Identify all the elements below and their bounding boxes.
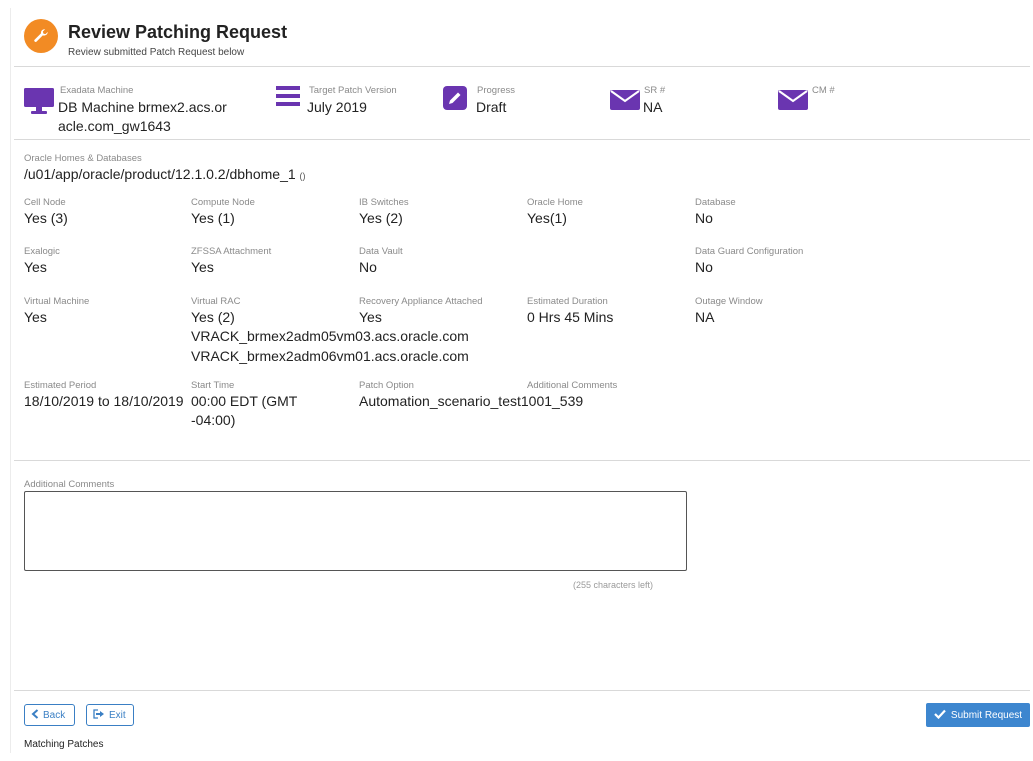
virtual-rac-value: Yes (2) [191,309,235,325]
virtual-rac-label: Virtual RAC [191,296,241,307]
exalogic-value: Yes [24,259,47,275]
comments-label: Additional Comments [24,479,115,490]
wrench-icon [24,19,58,53]
exit-button[interactable]: Exit [86,704,134,726]
patch-option-label: Patch Option [359,380,414,391]
back-label: Back [43,709,66,721]
database-value: No [695,210,713,226]
ib-switches-label: IB Switches [359,197,409,208]
cm-envelope-icon [778,88,808,115]
zfssa-value: Yes [191,259,214,275]
check-icon [934,709,946,722]
sign-out-icon [93,708,105,722]
data-guard-value: No [695,259,713,275]
start-time-value-line1: 00:00 EDT (GMT [191,393,298,409]
comments-textarea[interactable] [24,491,687,571]
cm-label: CM # [812,85,835,96]
exadata-label: Exadata Machine [60,85,134,96]
exadata-value-line2: acle.com_gw1643 [58,118,171,134]
submit-label: Submit Request [950,709,1023,721]
oracle-home-label: Oracle Home [527,197,583,208]
compute-node-label: Compute Node [191,197,255,208]
target-patch-value: July 2019 [307,99,367,115]
matching-patches-label: Matching Patches [24,739,104,750]
estimated-duration-label: Estimated Duration [527,296,608,307]
estimated-period-label: Estimated Period [24,380,97,391]
exit-label: Exit [109,709,126,721]
edit-icon [443,86,467,115]
divider [14,139,1030,140]
list-icon [276,85,300,112]
zfssa-label: ZFSSA Attachment [191,246,272,257]
cell-node-value: Yes (3) [24,210,68,226]
additional-comments-summary-label: Additional Comments [527,380,618,391]
sr-value: NA [643,99,663,115]
outage-window-value: NA [695,309,715,325]
data-vault-value: No [359,259,377,275]
estimated-period-value: 18/10/2019 to 18/10/2019 [24,393,184,409]
oracle-homes-value: /u01/app/oracle/product/12.1.0.2/dbhome_… [24,165,306,186]
database-label: Database [695,197,736,208]
divider [14,690,1030,691]
progress-label: Progress [477,85,516,96]
ib-switches-value: Yes (2) [359,210,403,226]
outage-window-label: Outage Window [695,296,763,307]
data-vault-label: Data Vault [359,246,403,257]
recovery-appliance-value: Yes [359,309,382,325]
page-subtitle: Review submitted Patch Request below [68,47,245,58]
exalogic-label: Exalogic [24,246,60,257]
start-time-label: Start Time [191,380,235,391]
divider [14,460,1030,461]
chevron-left-icon [31,708,39,722]
chars-left: (255 characters left) [573,580,654,590]
sr-envelope-icon [610,88,640,115]
virtual-rac-host: VRACK_brmex2adm05vm03.acs.oracle.com [191,328,469,344]
progress-value: Draft [476,99,507,115]
estimated-duration-value: 0 Hrs 45 Mins [527,309,614,325]
oracle-homes-label: Oracle Homes & Databases [24,153,142,164]
oracle-home-value: Yes(1) [527,210,567,226]
virtual-rac-host: VRACK_brmex2adm06vm01.acs.oracle.com [191,348,469,364]
exadata-value-line1: DB Machine brmex2.acs.or [58,99,227,115]
start-time-value-line2: -04:00) [191,412,236,428]
patch-option-value: Automation_scenario_test1001_539 [359,393,584,409]
back-button[interactable]: Back [24,704,75,726]
monitor-icon [23,87,55,120]
divider [14,66,1030,67]
oracle-homes-suffix: () [299,171,306,181]
virtual-machine-label: Virtual Machine [24,296,90,307]
oracle-homes-path: /u01/app/oracle/product/12.1.0.2/dbhome_… [24,166,296,182]
cell-node-label: Cell Node [24,197,66,208]
page-title: Review Patching Request [68,22,288,42]
virtual-machine-value: Yes [24,309,47,325]
target-patch-label: Target Patch Version [309,85,397,96]
recovery-appliance-label: Recovery Appliance Attached [359,296,483,307]
compute-node-value: Yes (1) [191,210,235,226]
submit-request-button[interactable]: Submit Request [926,703,1030,727]
data-guard-label: Data Guard Configuration [695,246,804,257]
sr-label: SR # [644,85,666,96]
